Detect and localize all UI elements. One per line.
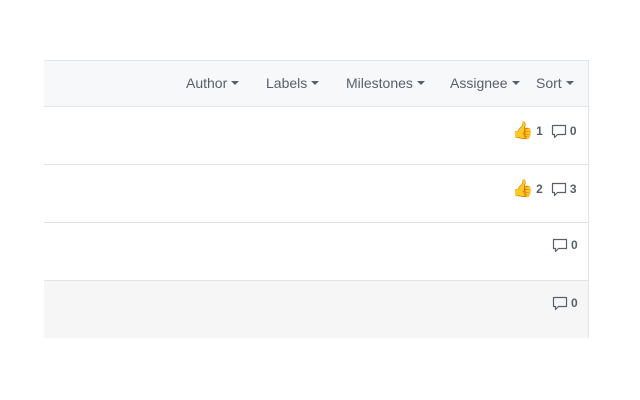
issue-row[interactable]: 👍 2 3 — [44, 165, 588, 223]
thumbs-up-icon: 👍 — [512, 121, 534, 140]
comment-icon[interactable] — [552, 237, 568, 253]
comment-count[interactable]: 3 — [570, 182, 577, 196]
issue-row[interactable]: 👍 1 0 — [44, 107, 588, 165]
sort-dropdown[interactable]: Sort — [536, 75, 574, 91]
issue-row[interactable]: 0 — [44, 223, 588, 281]
assignee-filter-dropdown[interactable]: Assignee — [450, 75, 520, 91]
issue-meta: 👍 1 0 — [512, 121, 577, 141]
issue-meta: 0 — [552, 295, 578, 311]
milestones-filter-label: Milestones — [346, 75, 413, 91]
comment-count[interactable]: 0 — [571, 238, 578, 252]
issue-meta: 👍 2 3 — [512, 179, 577, 199]
comment-count[interactable]: 0 — [570, 124, 577, 138]
comment-icon[interactable] — [551, 123, 567, 139]
author-filter-dropdown[interactable]: Author — [186, 75, 240, 91]
issue-meta: 0 — [552, 237, 578, 253]
caret-down-icon — [416, 81, 425, 85]
author-filter-label: Author — [186, 75, 228, 91]
comment-icon[interactable] — [551, 181, 567, 197]
labels-filter-label: Labels — [266, 75, 308, 91]
issue-row[interactable]: 0 — [44, 281, 588, 338]
labels-filter-dropdown[interactable]: Labels — [266, 75, 320, 91]
comment-count[interactable]: 0 — [571, 296, 578, 310]
milestones-filter-dropdown[interactable]: Milestones — [346, 75, 425, 91]
comment-icon[interactable] — [552, 295, 568, 311]
reaction-count: 2 — [536, 182, 543, 196]
assignee-filter-label: Assignee — [450, 75, 508, 91]
caret-down-icon — [511, 81, 520, 85]
thumbs-up-icon: 👍 — [512, 179, 534, 198]
caret-down-icon — [231, 81, 240, 85]
filter-bar: Author Labels Milestones Assignee Sort — [44, 61, 588, 107]
sort-label: Sort — [536, 75, 562, 91]
caret-down-icon — [565, 81, 574, 85]
reaction-count: 1 — [536, 124, 543, 138]
caret-down-icon — [311, 81, 320, 85]
issues-list-panel: Author Labels Milestones Assignee Sort 👍… — [44, 60, 589, 338]
